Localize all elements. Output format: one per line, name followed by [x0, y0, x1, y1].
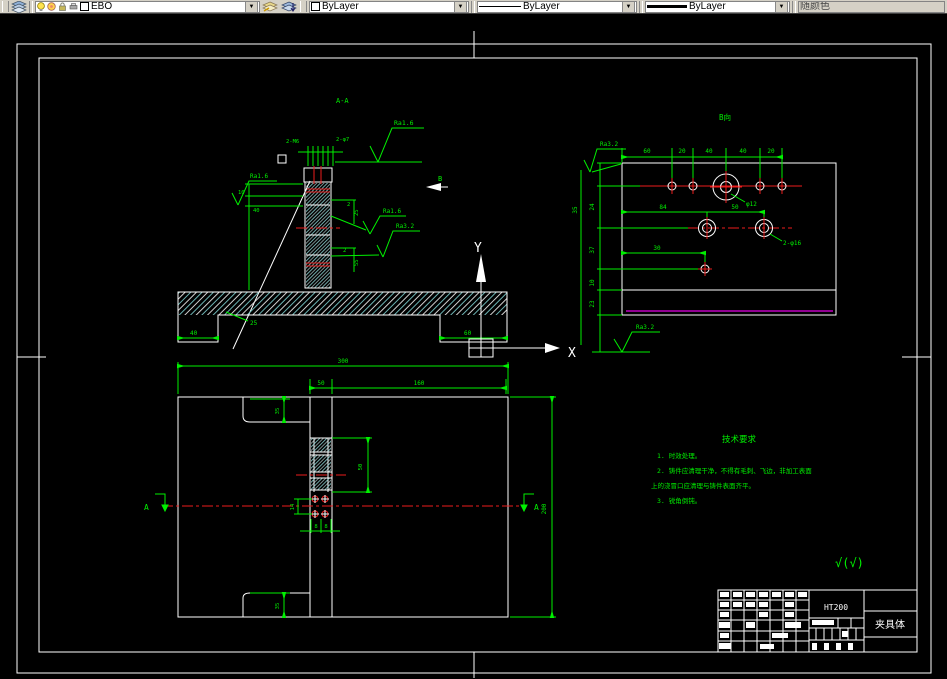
layer-color-swatch[interactable] — [80, 2, 89, 11]
toolbar-separator — [29, 0, 33, 13]
linetype-combo[interactable]: ByLayer ▼ — [477, 0, 637, 13]
view-label[interactable]: B向 — [719, 112, 731, 122]
current-color-swatch — [311, 2, 320, 11]
layer-plot-icon[interactable] — [69, 2, 78, 11]
dim-text[interactable]: 20 — [678, 148, 686, 155]
layer-name: EBO — [91, 0, 113, 12]
title-block[interactable]: HT200 夹具体 — [717, 589, 918, 653]
dim-text[interactable]: 10 — [589, 279, 596, 287]
lineweight-value: ByLayer — [689, 0, 726, 12]
material-text[interactable]: HT200 — [824, 603, 848, 612]
dim-text[interactable]: 20 — [767, 148, 775, 155]
dim-text[interactable]: 50 — [731, 204, 739, 211]
dim-text[interactable]: 8 — [324, 524, 327, 530]
dim-text[interactable]: 300 — [338, 358, 349, 365]
linetype-value: ByLayer — [523, 0, 560, 12]
dim-text[interactable]: 200 — [541, 503, 548, 514]
dim-text[interactable]: 37 — [589, 246, 596, 254]
grip-box[interactable] — [277, 154, 287, 164]
dim-text[interactable]: 8 — [314, 524, 317, 530]
drawing-canvas[interactable]: A-A 2-M6 2-φ7 10 40 2 25 2 55 Ra1.6 Ra1.… — [0, 0, 947, 679]
dim-text[interactable]: 55 — [354, 259, 360, 266]
tech-line[interactable]: 3. 锐角倒钝。 — [657, 496, 701, 505]
plot-style-value: 随颜色 — [800, 0, 830, 12]
surface-note[interactable]: √(√) — [835, 556, 864, 570]
dim-text[interactable]: 35 — [572, 206, 579, 214]
hole-note[interactable]: 2-φ7 — [336, 137, 349, 143]
dim-text[interactable]: 40 — [705, 148, 713, 155]
hole-note[interactable]: 2-φ16 — [783, 240, 801, 247]
dim-text[interactable]: 60 — [464, 330, 472, 337]
dim-text[interactable]: 25 — [354, 209, 360, 216]
dim-text[interactable]: 84 — [659, 204, 667, 211]
dim-text[interactable]: 50 — [317, 380, 325, 387]
thread-note[interactable]: 2-M6 — [286, 139, 299, 145]
ucs-x-label: X — [568, 346, 576, 361]
dim-text[interactable]: 24 — [589, 203, 596, 211]
ra-text[interactable]: Ra3.2 — [636, 324, 654, 331]
dim-text[interactable]: 40 — [190, 330, 198, 337]
dim-text[interactable]: 160 — [414, 380, 425, 387]
dim-text[interactable]: 50 — [358, 464, 364, 471]
autocad-window: { "toolbar": { "layer_name": "EBO", "col… — [0, 0, 947, 679]
dim-text[interactable]: 14 — [290, 503, 296, 510]
paper-frame — [16, 31, 932, 678]
layer-combo-dropdown-icon[interactable]: ▼ — [245, 1, 258, 12]
section-view[interactable]: A-A 2-M6 2-φ7 10 40 2 25 2 55 Ra1.6 Ra1.… — [177, 97, 508, 350]
tech-line[interactable]: 2. 铸件应清理干净，不得有毛刺、飞边，非加工表面 — [657, 466, 812, 475]
color-dropdown-icon[interactable]: ▼ — [454, 1, 467, 12]
color-combo[interactable]: ByLayer ▼ — [309, 0, 469, 13]
lineweight-dropdown-icon[interactable]: ▼ — [775, 1, 788, 12]
ra-text[interactable]: Ra3.2 — [600, 141, 618, 148]
dim-text[interactable]: 2 — [347, 202, 350, 208]
layer-previous-icon[interactable] — [281, 1, 298, 13]
cut-label[interactable]: A — [144, 503, 149, 512]
layers-icon[interactable] — [11, 0, 27, 13]
toolbar-grip[interactable] — [300, 1, 307, 12]
make-layer-current-icon[interactable] — [262, 1, 279, 13]
lineweight-sample — [647, 5, 687, 8]
part-name-text[interactable]: 夹具体 — [875, 618, 905, 631]
dim-text[interactable]: 25 — [250, 320, 258, 327]
b-view-arrow[interactable] — [426, 183, 441, 191]
layer-freeze-icon[interactable] — [47, 2, 56, 11]
toolbar-separator — [639, 0, 643, 13]
lineweight-combo[interactable]: ByLayer ▼ — [645, 0, 790, 13]
linetype-dropdown-icon[interactable]: ▼ — [622, 1, 635, 12]
plan-view[interactable]: A A 14 8 8 35 35 50 300 50 160 200 — [144, 358, 556, 618]
hole-note[interactable]: φ12 — [746, 201, 757, 208]
tech-title[interactable]: 技术要求 — [722, 434, 757, 445]
toolbar-grip[interactable] — [2, 1, 9, 12]
dim-text[interactable]: 35 — [275, 603, 281, 610]
toolbar-separator — [792, 0, 796, 13]
dim-text[interactable]: 2 — [343, 248, 346, 254]
dim-text[interactable]: 40 — [253, 208, 260, 214]
linetype-sample — [479, 6, 521, 7]
dim-text[interactable]: 23 — [589, 300, 596, 308]
tech-requirements[interactable]: 技术要求 1. 时效处理。 2. 铸件应清理干净，不得有毛刺、飞边，非加工表面 … — [651, 434, 812, 505]
toolbar: EBO ▼ ByLayer ▼ ByLayer ▼ ByLayer ▼ 随颜色 — [0, 0, 947, 14]
toolbar-separator — [471, 0, 475, 13]
ra-text[interactable]: Ra1.6 — [394, 119, 414, 127]
color-value: ByLayer — [322, 0, 359, 12]
layer-on-icon[interactable] — [37, 2, 45, 11]
ra-text[interactable]: Ra3.2 — [396, 223, 414, 230]
cut-label[interactable]: A — [534, 503, 539, 512]
tech-line[interactable]: 1. 时效处理。 — [657, 451, 701, 460]
b-label[interactable]: B — [438, 175, 442, 183]
b-view[interactable]: B向 60 20 40 40 20 24 37 10 23 35 84 50 3… — [572, 112, 837, 353]
layer-lock-icon[interactable] — [58, 2, 67, 11]
view-label[interactable]: A-A — [336, 97, 349, 105]
dim-text[interactable]: 60 — [643, 148, 651, 155]
dim-text[interactable]: 40 — [739, 148, 747, 155]
ucs-y-label: Y — [474, 241, 482, 256]
tech-line[interactable]: 上的浇冒口应清理与铸件表面齐平。 — [651, 481, 755, 490]
ra-text[interactable]: Ra1.6 — [383, 208, 401, 215]
ra-text[interactable]: Ra1.6 — [250, 173, 268, 180]
dim-text[interactable]: 35 — [275, 408, 281, 415]
dim-text[interactable]: 30 — [653, 245, 661, 252]
layer-combo[interactable]: EBO ▼ — [35, 0, 260, 13]
plot-style-combo: 随颜色 — [798, 0, 945, 13]
